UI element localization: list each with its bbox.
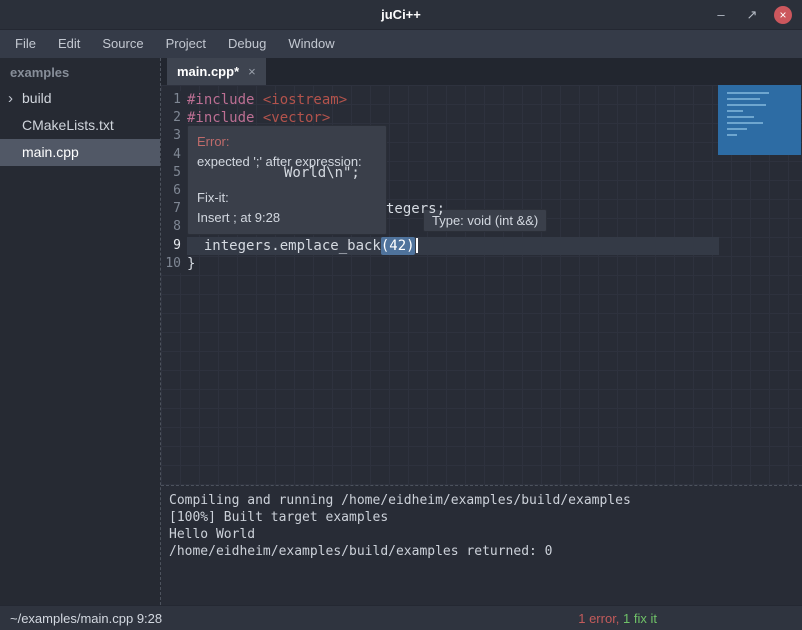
diagnostics-summary: 1 error, 1 fix it [578, 611, 792, 626]
tree-item-label: build [22, 90, 52, 106]
terminal-line: Compiling and running /home/eidheim/exam… [169, 492, 794, 509]
code-text: #include <iostream> [187, 91, 347, 109]
close-button[interactable]: × [774, 6, 792, 24]
line-number: 5 [161, 164, 187, 182]
minimap-line [727, 122, 763, 124]
minimap-line [727, 104, 766, 106]
code-line-3[interactable]: 3 [161, 127, 802, 145]
code-line-9[interactable]: 9 integers.emplace_back(42) [161, 237, 802, 255]
code-text: World\n"; [187, 164, 360, 182]
minimap[interactable] [718, 85, 801, 155]
file-tree: › build CMakeLists.txt main.cpp [0, 85, 160, 166]
line-number: 10 [161, 255, 187, 273]
window-title: juCi++ [0, 7, 802, 22]
minimap-line [727, 92, 769, 94]
code-text: } [187, 255, 195, 273]
text-cursor [416, 238, 418, 253]
fixit-count: 1 fix it [619, 611, 657, 626]
code-text: tegers; [187, 200, 445, 218]
menu-file[interactable]: File [4, 30, 47, 58]
statusbar: ~/examples/main.cpp 9:28 1 error, 1 fix … [0, 605, 802, 630]
code-line-2[interactable]: 2#include <vector> [161, 109, 802, 127]
line-number: 4 [161, 146, 187, 164]
code-line-8[interactable]: 8 [161, 218, 802, 236]
tab-label: main.cpp* [177, 64, 239, 79]
menu-project[interactable]: Project [155, 30, 217, 58]
tabbar: main.cpp* × [161, 58, 802, 85]
code-lines: 1#include <iostream>2#include <vector>34… [161, 85, 802, 273]
tree-item-label: main.cpp [22, 144, 79, 160]
line-number: 8 [161, 218, 187, 236]
restore-button[interactable]: ↗ [743, 6, 761, 24]
line-number: 1 [161, 91, 187, 109]
code-text: integers.emplace_back(42) [187, 237, 418, 255]
code-text: #include <vector> [187, 109, 330, 127]
minimize-button[interactable]: – [712, 6, 730, 24]
file-sidebar: examples › build CMakeLists.txt main.cpp [0, 58, 161, 605]
window-controls: – ↗ × [712, 6, 802, 24]
minimap-line [727, 110, 743, 112]
terminal-line: Hello World [169, 526, 794, 543]
minimap-line [727, 98, 760, 100]
menu-debug[interactable]: Debug [217, 30, 277, 58]
line-number: 7 [161, 200, 187, 218]
chevron-right-icon[interactable]: › [8, 85, 13, 112]
code-line-7[interactable]: 7tegers; [161, 200, 802, 218]
menubar: FileEditSourceProjectDebugWindow [0, 30, 802, 58]
tree-item-cmakelists-txt[interactable]: CMakeLists.txt [0, 112, 160, 139]
error-count: 1 error, [578, 611, 619, 626]
tree-item-build[interactable]: › build [0, 85, 160, 112]
minimap-line [727, 134, 737, 136]
tree-item-label: CMakeLists.txt [22, 117, 114, 133]
menu-source[interactable]: Source [91, 30, 154, 58]
app-window: juCi++ – ↗ × FileEditSourceProjectDebugW… [0, 0, 802, 630]
line-number: 2 [161, 109, 187, 127]
menu-edit[interactable]: Edit [47, 30, 91, 58]
terminal-output[interactable]: Compiling and running /home/eidheim/exam… [161, 485, 802, 605]
code-line-4[interactable]: 4 [161, 146, 802, 164]
code-editor[interactable]: 1#include <iostream>2#include <vector>34… [161, 85, 802, 485]
menu-window[interactable]: Window [277, 30, 345, 58]
line-number: 3 [161, 127, 187, 145]
code-line-6[interactable]: 6 [161, 182, 802, 200]
code-line-5[interactable]: 5World\n"; [161, 164, 802, 182]
editor-pane: main.cpp* × 1#include <iostream>2#includ… [161, 58, 802, 605]
cursor-location: ~/examples/main.cpp 9:28 [10, 611, 162, 626]
line-number: 9 [161, 237, 187, 255]
minimap-line [727, 116, 754, 118]
minimap-line [727, 128, 747, 130]
terminal-line: [100%] Built target examples [169, 509, 794, 526]
main-body: examples › build CMakeLists.txt main.cpp ma… [0, 58, 802, 605]
code-line-1[interactable]: 1#include <iostream> [161, 91, 802, 109]
tab-close-icon[interactable]: × [248, 64, 256, 79]
terminal-line: /home/eidheim/examples/build/examples re… [169, 543, 794, 560]
tab-main-cpp[interactable]: main.cpp* × [167, 58, 266, 85]
tree-item-main-cpp[interactable]: main.cpp [0, 139, 160, 166]
titlebar[interactable]: juCi++ – ↗ × [0, 0, 802, 30]
project-name: examples [0, 58, 160, 85]
line-number: 6 [161, 182, 187, 200]
code-line-10[interactable]: 10} [161, 255, 802, 273]
